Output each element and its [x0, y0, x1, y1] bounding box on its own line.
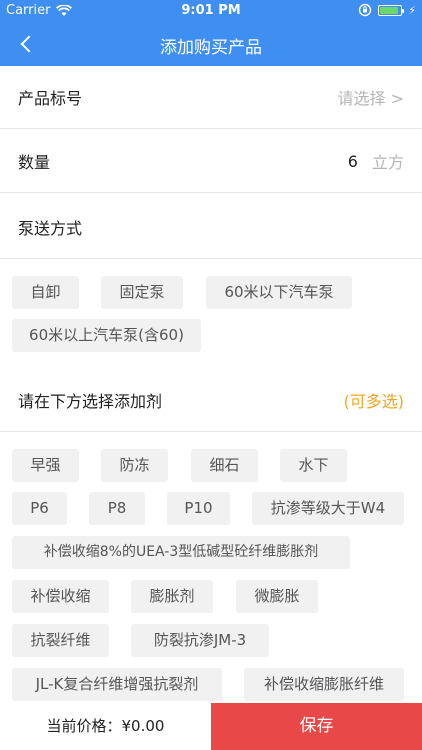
- save-button[interactable]: 保存: [211, 703, 422, 750]
- pump-option[interactable]: 60米以上汽车泵(含60): [12, 319, 201, 352]
- additive-option[interactable]: 细石: [191, 449, 258, 482]
- additive-option[interactable]: P6: [12, 492, 67, 525]
- additive-option[interactable]: 防冻: [101, 449, 168, 482]
- additive-option[interactable]: 补偿收缩: [12, 580, 109, 613]
- pump-option[interactable]: 自卸: [12, 276, 79, 309]
- pump-method-row: 泵送方式: [0, 196, 422, 259]
- additives-label: 请在下方选择添加剂: [18, 392, 163, 411]
- product-code-placeholder: 请选择 >: [337, 89, 405, 108]
- quantity-unit: 立方: [371, 153, 404, 172]
- battery-icon: [378, 4, 405, 16]
- status-right: ⚡: [358, 3, 416, 17]
- pump-option[interactable]: 60米以下汽车泵: [206, 276, 352, 309]
- additive-option[interactable]: 防裂抗渗JM-3: [131, 624, 269, 657]
- page-title: 添加购买产品: [160, 38, 262, 58]
- additive-option[interactable]: P10: [167, 492, 230, 525]
- multi-select-hint: (可多选): [343, 392, 405, 411]
- rotation-lock-icon: [359, 3, 372, 17]
- additive-option[interactable]: 水下: [280, 449, 347, 482]
- pump-option[interactable]: 固定泵: [101, 276, 183, 309]
- product-code-row[interactable]: 产品标号 请选择 >: [0, 66, 422, 129]
- additive-option[interactable]: 补偿收缩8%的UEA-3型低碱型砼纤维膨胀剂: [12, 536, 350, 569]
- quantity-input[interactable]: 6: [348, 152, 358, 171]
- quantity-label: 数量: [18, 153, 51, 172]
- quantity-row: 数量 6 立方: [0, 130, 422, 193]
- additive-option[interactable]: 抗渗等级大于W4: [252, 492, 404, 525]
- additive-option[interactable]: 抗裂纤维: [12, 624, 109, 657]
- product-code-label: 产品标号: [18, 89, 83, 108]
- additives-row: 请在下方选择添加剂 (可多选): [0, 369, 422, 432]
- additive-option[interactable]: 微膨胀: [236, 580, 318, 613]
- status-bar: Carrier 9:01 PM ⚡: [0, 0, 422, 22]
- pump-method-label: 泵送方式: [18, 219, 83, 238]
- additive-option[interactable]: 早强: [12, 449, 79, 482]
- bottom-bar: 当前价格：¥0.00 保存: [0, 703, 422, 750]
- app-header: Carrier 9:01 PM ⚡ 添加购买产品: [0, 0, 422, 66]
- charging-bolt-icon: ⚡: [408, 3, 416, 17]
- additive-option[interactable]: P8: [89, 492, 145, 525]
- additive-option[interactable]: 膨胀剂: [131, 580, 213, 613]
- current-price: 当前价格：¥0.00: [46, 717, 165, 735]
- additive-option[interactable]: 补偿收缩膨胀纤维: [244, 668, 404, 701]
- additive-option[interactable]: JL-K复合纤维增强抗裂剂: [12, 668, 222, 701]
- nav-bar: 添加购买产品: [0, 22, 422, 66]
